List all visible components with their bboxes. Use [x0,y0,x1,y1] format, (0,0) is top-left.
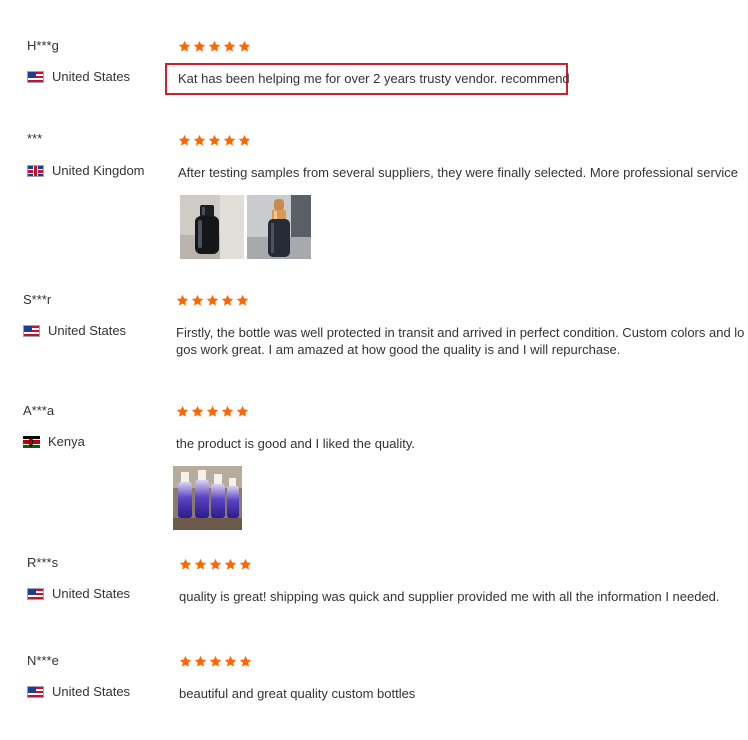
reviewer-name: R***s [27,555,59,570]
country-label: United States [48,323,127,338]
star-rating [178,40,251,53]
reviewer-name: H***g [27,38,59,53]
review-comment: quality is great! shipping was quick and… [179,589,720,604]
reviewer-name: S***r [23,292,52,307]
star-icon [178,134,191,147]
star-icon [191,294,204,307]
star-icon [224,655,237,668]
star-icon [176,294,189,307]
uk-flag-icon [27,164,44,177]
reviewer-country: United States [23,323,126,338]
star-icon [224,558,237,571]
reviewer-name: A***a [23,403,55,418]
star-rating [178,134,251,147]
star-icon [206,294,219,307]
reviewer-country: United States [27,586,130,601]
us-flag-icon [23,324,40,337]
star-icon [176,405,189,418]
country-label: United States [52,586,131,601]
star-icon [178,40,191,53]
reviewer-country: United Kingdom [27,163,145,178]
country-label: United Kingdom [52,163,145,178]
star-icon [179,558,192,571]
review-comment: beautiful and great quality custom bottl… [179,686,416,701]
star-icon [223,134,236,147]
review-photo-gradient-bottles[interactable] [173,466,242,530]
review-photo-amber-dropper-bottle[interactable] [247,195,311,259]
us-flag-icon [27,70,44,83]
reviewer-name: *** [27,131,43,146]
reviewer-country: United States [27,69,130,84]
star-icon [223,40,236,53]
star-icon [208,134,221,147]
star-rating [179,558,252,571]
star-rating [176,405,249,418]
review-comment: Kat has been helping me for over 2 years… [178,71,570,86]
country-label: United States [52,69,131,84]
star-rating [179,655,252,668]
star-icon [179,655,192,668]
reviewer-country: United States [27,684,130,699]
star-icon [221,405,234,418]
us-flag-icon [27,685,44,698]
review-photo-black-bottle[interactable] [180,195,244,259]
review-comment-line: Firstly, the bottle was well protected i… [176,325,745,340]
star-icon [238,40,251,53]
star-rating [176,294,249,307]
star-icon [221,294,234,307]
star-icon [239,558,252,571]
review-comment: the product is good and I liked the qual… [176,436,415,451]
star-icon [209,558,222,571]
us-flag-icon [27,587,44,600]
country-label: United States [52,684,131,699]
star-icon [194,655,207,668]
star-icon [194,558,207,571]
star-icon [206,405,219,418]
star-icon [239,655,252,668]
star-icon [191,405,204,418]
star-icon [238,134,251,147]
reviewer-country: Kenya [23,434,85,449]
star-icon [209,655,222,668]
review-comment-line: gos work great. I am amazed at how good … [176,342,621,357]
star-icon [208,40,221,53]
country-label: Kenya [48,434,85,449]
kenya-flag-icon [23,435,40,448]
star-icon [236,405,249,418]
star-icon [193,134,206,147]
review-comment: After testing samples from several suppl… [178,165,738,180]
star-icon [193,40,206,53]
star-icon [236,294,249,307]
reviewer-name: N***e [27,653,59,668]
